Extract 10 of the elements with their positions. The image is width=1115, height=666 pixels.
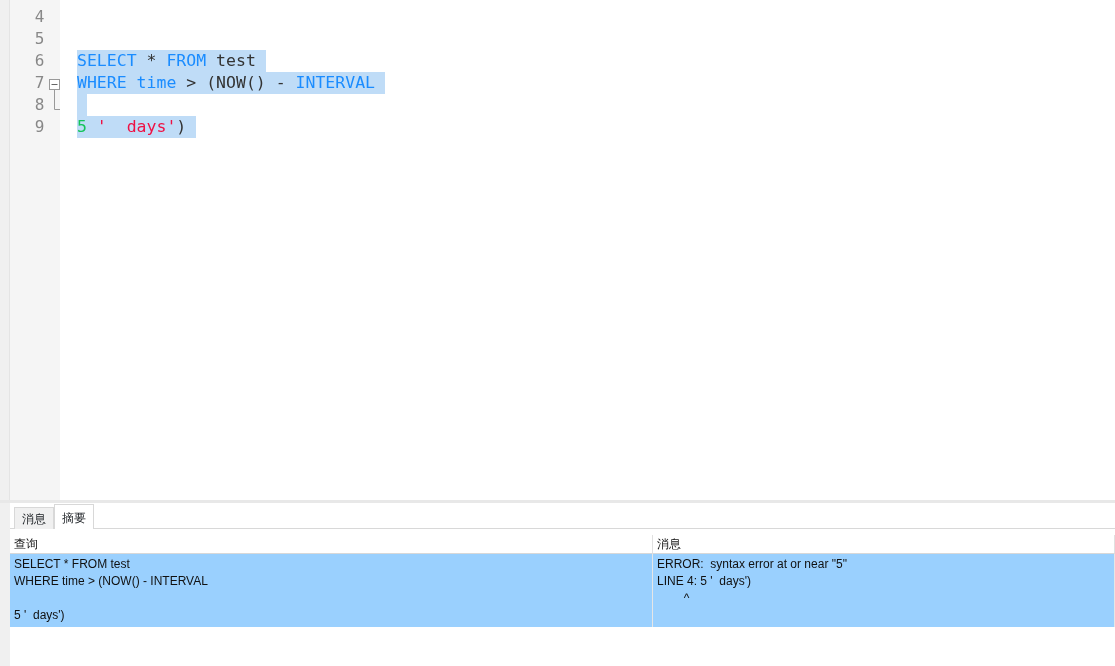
- line-number: 7: [33, 72, 46, 94]
- table-cell: ERROR: syntax error at or near "5" LINE 4: 5 ' days') ^: [653, 554, 1115, 627]
- line-number: 6: [33, 50, 46, 72]
- line-number: 9: [33, 116, 46, 138]
- result-tab[interactable]: 摘要: [54, 504, 94, 529]
- result-tab[interactable]: 消息: [14, 507, 54, 529]
- line-number: 8: [33, 94, 46, 116]
- table-cell: SELECT * FROM test WHERE time > (NOW() - INTERVAL 5 ' days'): [10, 554, 653, 627]
- line-number: 5: [33, 28, 46, 50]
- line-number: 4: [33, 6, 46, 28]
